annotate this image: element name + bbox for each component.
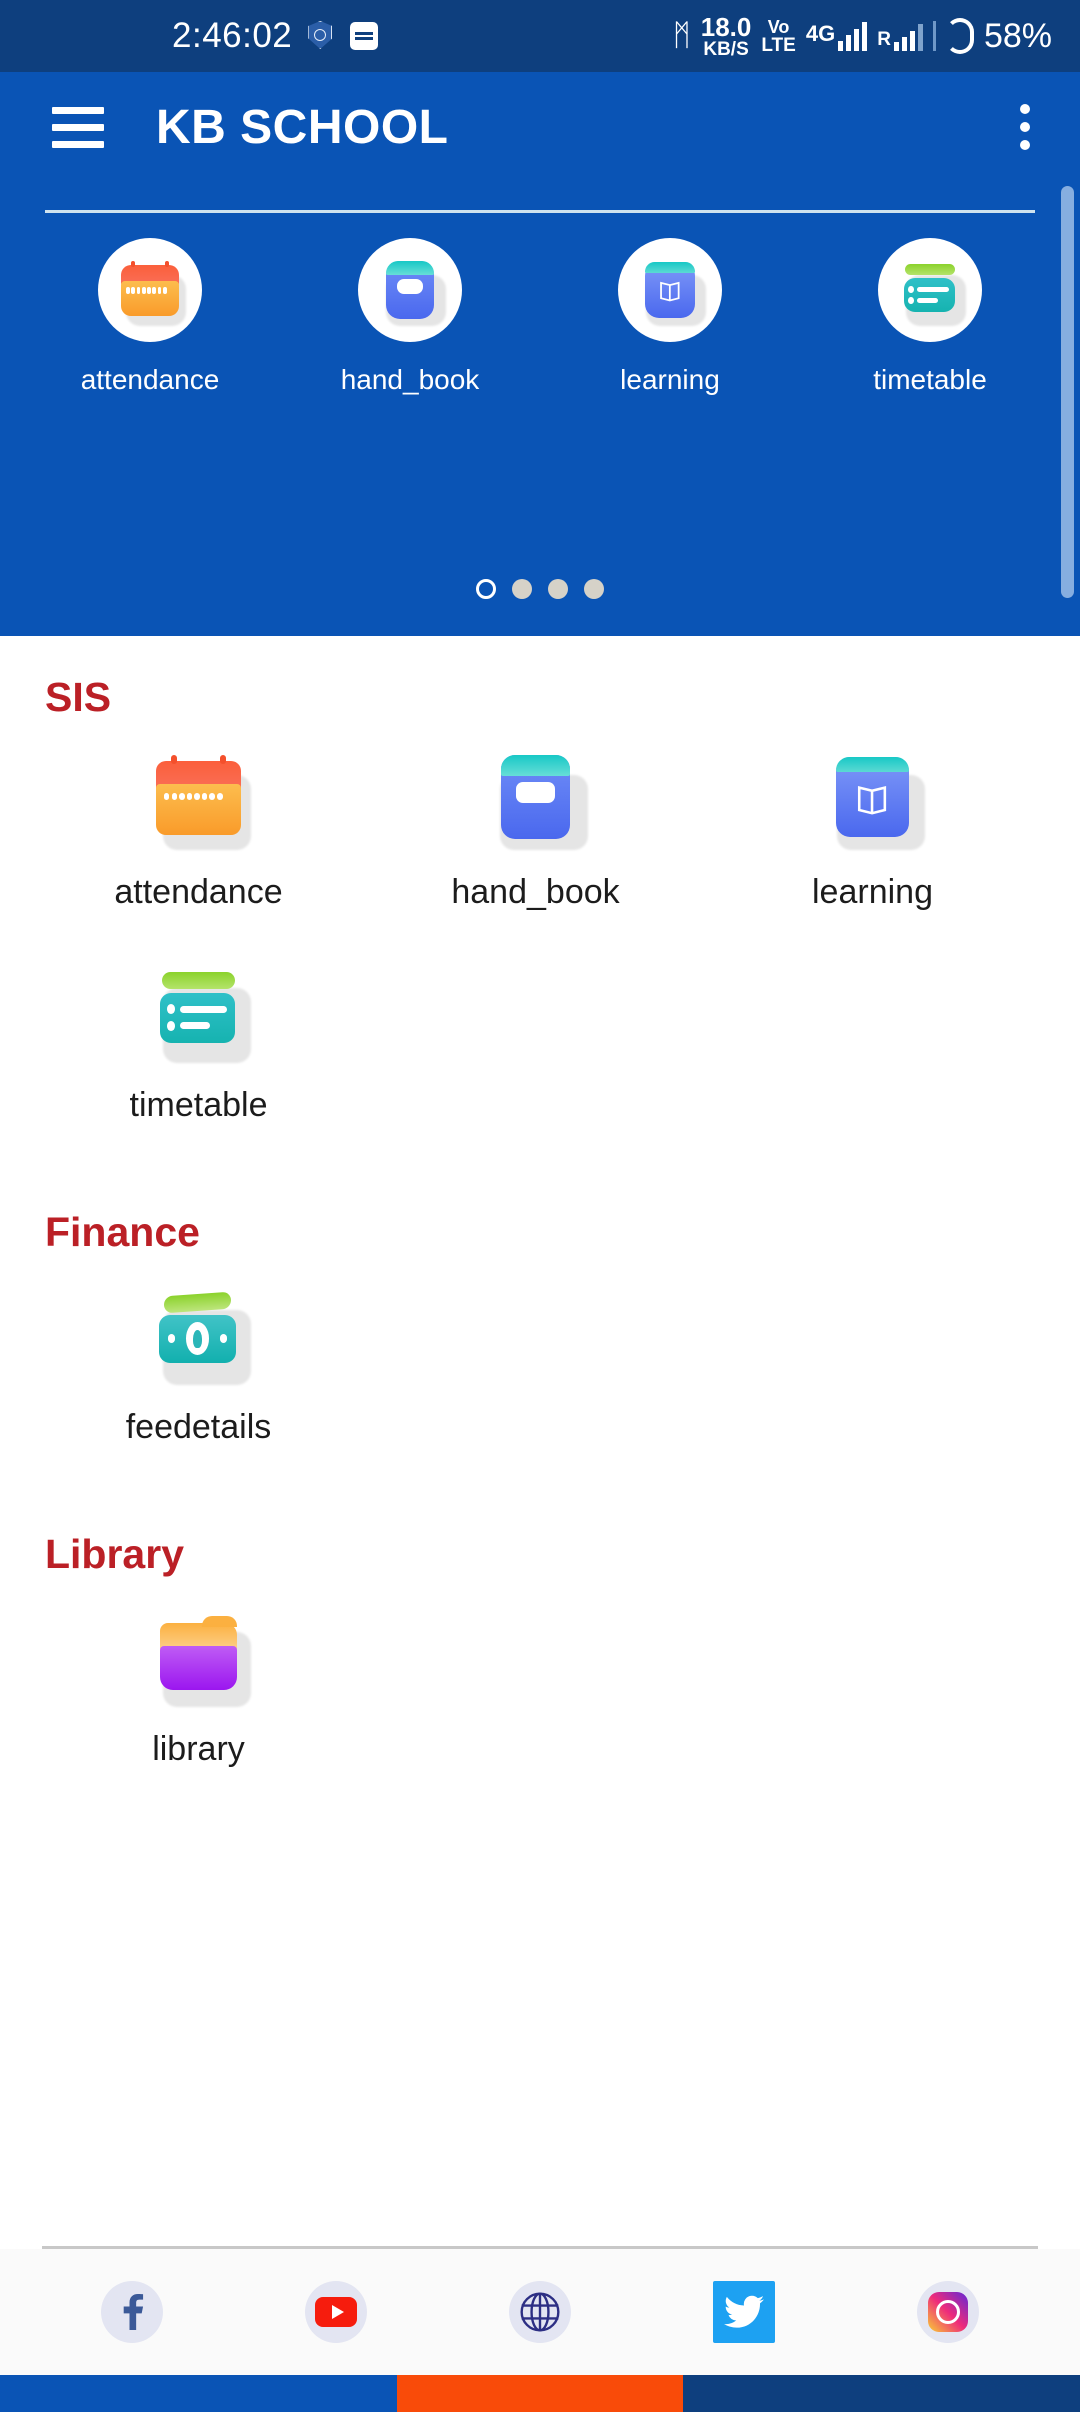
- carousel-divider: [45, 210, 1035, 213]
- hamburger-menu-icon[interactable]: [52, 106, 104, 148]
- signal-bars-2-icon: [893, 21, 923, 51]
- kb-school-shield-icon: [308, 21, 334, 51]
- notebook-icon: [377, 257, 447, 327]
- nav-segment-right: [682, 2375, 1080, 2412]
- carousel-item-label: hand_book: [340, 364, 480, 395]
- notebook-icon: [488, 749, 589, 850]
- quick-access-carousel: attendance hand_book learning timetable: [0, 182, 1080, 636]
- folder-icon: [151, 1606, 252, 1707]
- tile-learning[interactable]: learning: [704, 745, 1041, 912]
- carousel-scrollbar[interactable]: [1061, 186, 1074, 598]
- open-book-icon: [637, 257, 707, 327]
- carousel-item-learning[interactable]: learning: [570, 238, 770, 396]
- more-vertical-icon[interactable]: [1020, 104, 1030, 150]
- page-dot[interactable]: [512, 579, 532, 599]
- main-content: SIS attendance hand_book learning timeta…: [0, 636, 1080, 1815]
- tile-icon-wrap: [151, 745, 252, 850]
- page-dot[interactable]: [548, 579, 568, 599]
- timetable-card-icon: [151, 962, 252, 1063]
- signal-indicator-primary: 4G: [805, 21, 868, 51]
- tile-label: timetable: [129, 1086, 268, 1124]
- volte-line2: LTE: [761, 34, 796, 56]
- tile-icon-wrap: [151, 1280, 252, 1385]
- calendar-icon: [117, 257, 187, 327]
- tile-label: feedetails: [125, 1408, 272, 1446]
- status-clock: 2:46:02: [172, 16, 293, 55]
- youtube-icon[interactable]: [305, 2281, 367, 2343]
- tile-icon-wrap: [825, 745, 926, 850]
- carousel-item-attendance[interactable]: attendance: [50, 238, 250, 396]
- tile-label: hand_book: [451, 873, 620, 911]
- data-rate-unit: KB/S: [703, 38, 749, 60]
- carousel-item-hand-book[interactable]: hand_book: [310, 238, 510, 396]
- carousel-icon-wrap: [618, 238, 722, 342]
- network-type-label: 4G: [805, 21, 836, 46]
- instagram-icon[interactable]: [917, 2281, 979, 2343]
- carousel-icon-wrap: [98, 238, 202, 342]
- facebook-icon[interactable]: [101, 2281, 163, 2343]
- page-title: KB SCHOOL: [156, 100, 449, 154]
- banknote-icon: [151, 1284, 252, 1385]
- timetable-card-icon: [897, 257, 967, 327]
- tile-label: library: [152, 1730, 245, 1768]
- tile-timetable[interactable]: timetable: [30, 958, 367, 1125]
- nav-segment-left: [0, 2375, 398, 2412]
- open-book-icon: [825, 749, 926, 850]
- status-bar-left: 2:46:02: [172, 16, 379, 56]
- section-grid-finance: feedetails: [0, 1280, 1080, 1493]
- volte-icon: Vo LTE: [761, 18, 795, 55]
- page-dot[interactable]: [584, 579, 604, 599]
- bluetooth-icon: ᛗ: [672, 19, 691, 52]
- status-divider: [932, 21, 936, 51]
- data-rate-indicator: 18.0 KB/S: [701, 14, 752, 59]
- tile-feedetails[interactable]: feedetails: [30, 1280, 367, 1447]
- nav-segment-center: [397, 2375, 683, 2412]
- data-rate-value: 18.0: [700, 11, 752, 42]
- tile-icon-wrap: [151, 958, 252, 1063]
- carousel-items: attendance hand_book learning timetable: [0, 238, 1080, 396]
- roaming-label: R: [877, 29, 891, 50]
- social-bar: [0, 2249, 1080, 2375]
- tile-hand-book[interactable]: hand_book: [367, 745, 704, 912]
- status-bar-right: ᛗ 18.0 KB/S Vo LTE 4G R 58%: [673, 14, 1052, 59]
- tile-label: attendance: [114, 873, 283, 911]
- battery-icon: [945, 18, 974, 54]
- volte-line1: Vo: [767, 16, 790, 37]
- carousel-item-label: timetable: [873, 364, 987, 395]
- tile-library[interactable]: library: [30, 1602, 367, 1769]
- section-title-library: Library: [45, 1531, 184, 1577]
- carousel-page-indicator[interactable]: [0, 579, 1080, 599]
- carousel-item-label: learning: [620, 364, 720, 395]
- section-title-sis: SIS: [45, 674, 112, 720]
- signal-bars-icon: [838, 21, 868, 51]
- twitter-icon[interactable]: [713, 2281, 775, 2343]
- carousel-item-label: attendance: [80, 364, 220, 395]
- tile-label: learning: [812, 873, 933, 911]
- section-grid-sis: attendance hand_book learning timetable: [0, 745, 1080, 1171]
- app-root: 2:46:02 ᛗ 18.0 KB/S Vo LTE 4G R 58% KB S…: [0, 0, 1080, 2412]
- carousel-item-timetable[interactable]: timetable: [830, 238, 1030, 396]
- tile-icon-wrap: [488, 745, 589, 850]
- system-nav-bar: [0, 2375, 1080, 2412]
- section-grid-library: library: [0, 1602, 1080, 1815]
- tile-icon-wrap: [151, 1602, 252, 1707]
- carousel-icon-wrap: [358, 238, 462, 342]
- calendar-icon: [151, 749, 252, 850]
- app-bar: KB SCHOOL: [0, 72, 1080, 182]
- tile-attendance[interactable]: attendance: [30, 745, 367, 912]
- section-title-finance: Finance: [45, 1209, 200, 1255]
- carousel-icon-wrap: [878, 238, 982, 342]
- battery-percent: 58%: [983, 16, 1052, 55]
- page-dot-active[interactable]: [476, 579, 496, 599]
- signal-indicator-secondary: R: [877, 21, 923, 51]
- website-globe-icon[interactable]: [509, 2281, 571, 2343]
- sms-icon: [350, 22, 379, 50]
- status-bar: 2:46:02 ᛗ 18.0 KB/S Vo LTE 4G R 58%: [0, 0, 1080, 72]
